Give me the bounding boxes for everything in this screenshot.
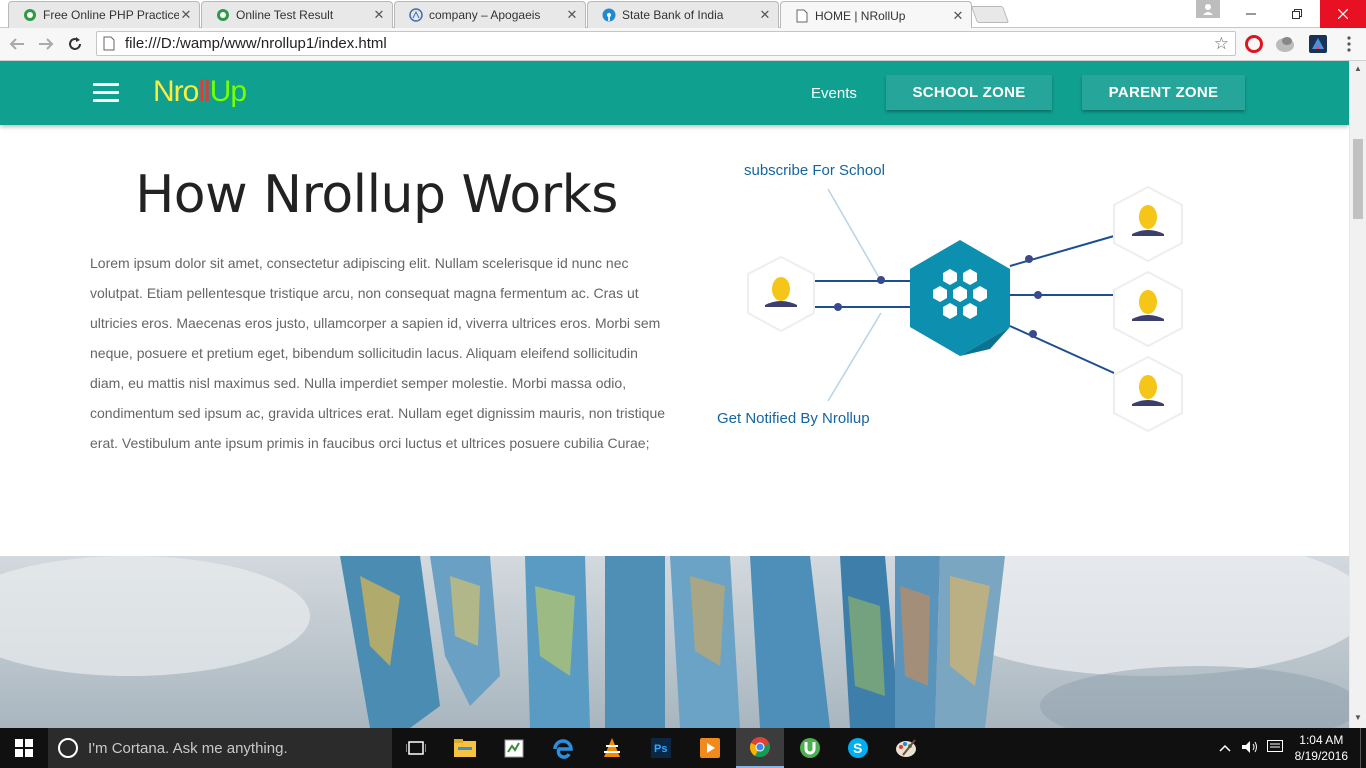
- tab-title: State Bank of India: [622, 8, 724, 22]
- bookmark-star-icon[interactable]: ☆: [1214, 34, 1229, 54]
- reload-icon[interactable]: [65, 34, 85, 54]
- address-bar[interactable]: file:///D:/wamp/www/nrollup1/index.html …: [96, 31, 1236, 56]
- action-center-icon[interactable]: [1266, 739, 1283, 757]
- site-favicon-icon: [409, 8, 423, 22]
- logo-part: Up: [209, 75, 247, 108]
- site-favicon-icon: [23, 8, 37, 22]
- section-body-text: Lorem ipsum dolor sit amet, consectetur …: [90, 255, 666, 451]
- browser-tab-strip: Free Online PHP Practice T ✕ Online Test…: [0, 0, 1366, 29]
- close-tab-icon[interactable]: ✕: [565, 7, 579, 23]
- hamburger-menu-icon[interactable]: [93, 83, 119, 103]
- paint-icon[interactable]: [882, 728, 930, 768]
- cortana-icon: [58, 738, 78, 758]
- site-navbar: NrollUp Events SCHOOL ZONE PARENT ZONE: [0, 61, 1349, 125]
- opera-extension-icon[interactable]: [1243, 33, 1265, 55]
- cortana-search-box[interactable]: I'm Cortana. Ask me anything.: [48, 728, 392, 768]
- utorrent-icon[interactable]: [786, 728, 834, 768]
- site-logo[interactable]: NrollUp: [153, 75, 247, 109]
- close-tab-icon[interactable]: ✕: [372, 7, 386, 23]
- clock-date: 8/19/2016: [1294, 749, 1348, 763]
- scroll-up-arrow-icon[interactable]: ▲: [1354, 64, 1362, 73]
- hero-image: [0, 556, 1349, 728]
- site-favicon-icon: [602, 8, 616, 22]
- nav-link-events[interactable]: Events: [811, 85, 857, 102]
- tab-title: HOME | NRollUp: [815, 8, 906, 23]
- clock-time: 1:04 AM: [1299, 733, 1344, 747]
- site-favicon-icon: [216, 8, 230, 22]
- new-tab-button[interactable]: [970, 6, 1010, 23]
- windows-taskbar: I'm Cortana. Ask me anything. Ps S 1:04 …: [0, 728, 1366, 768]
- page-viewport: NrollUp Events SCHOOL ZONE PARENT ZONE H…: [0, 61, 1349, 728]
- scrollbar-thumb[interactable]: [1353, 139, 1363, 219]
- user-avatar-icon: [1113, 355, 1183, 433]
- diagram-graphic: [747, 185, 1183, 433]
- section-title: How Nrollup Works: [135, 165, 618, 225]
- close-tab-icon[interactable]: ✕: [758, 7, 772, 23]
- notepad-icon[interactable]: [490, 728, 538, 768]
- scroll-down-arrow-icon[interactable]: ▼: [1354, 713, 1362, 722]
- close-tab-icon[interactable]: ✕: [951, 8, 965, 24]
- skype-icon[interactable]: S: [834, 728, 882, 768]
- menu-icon[interactable]: [1338, 33, 1360, 55]
- edge-icon[interactable]: [539, 728, 587, 768]
- forward-arrow-icon[interactable]: [36, 34, 56, 54]
- window-controls: [1228, 0, 1366, 28]
- show-desktop-button[interactable]: [1360, 728, 1366, 768]
- restore-icon[interactable]: [1274, 0, 1320, 28]
- painted-hand-image: [0, 556, 1349, 728]
- how-it-works-diagram: subscribe For School Get Notified By Nro…: [700, 151, 1200, 451]
- user-avatar-icon: [1113, 185, 1183, 263]
- file-explorer-icon[interactable]: [441, 728, 489, 768]
- school-zone-button[interactable]: SCHOOL ZONE: [886, 75, 1052, 110]
- parent-zone-button[interactable]: PARENT ZONE: [1082, 75, 1245, 110]
- volume-icon[interactable]: [1241, 740, 1259, 757]
- page-icon: [795, 9, 809, 23]
- url-text: file:///D:/wamp/www/nrollup1/index.html: [125, 35, 387, 52]
- user-avatar-icon: [1113, 270, 1183, 348]
- task-view-icon[interactable]: [392, 728, 440, 768]
- vlc-icon[interactable]: [588, 728, 636, 768]
- user-profile-icon[interactable]: [1196, 0, 1220, 18]
- svg-text:S: S: [853, 740, 862, 756]
- close-window-icon[interactable]: [1320, 0, 1366, 28]
- user-avatar-icon: [747, 255, 815, 333]
- photoshop-icon[interactable]: Ps: [637, 728, 685, 768]
- globe-extension-icon[interactable]: [1274, 33, 1296, 55]
- cloud-extension-icon[interactable]: [1307, 33, 1329, 55]
- tab-title: Online Test Result: [236, 8, 334, 22]
- minimize-icon[interactable]: [1228, 0, 1274, 28]
- browser-toolbar: file:///D:/wamp/www/nrollup1/index.html …: [0, 28, 1366, 61]
- tab-online-test-result[interactable]: Online Test Result ✕: [201, 1, 393, 28]
- close-tab-icon[interactable]: ✕: [179, 7, 193, 23]
- tab-title: company – Apogaeis: [429, 8, 541, 22]
- tab-company-apogaeis[interactable]: company – Apogaeis ✕: [394, 1, 586, 28]
- tab-home-nrollup[interactable]: HOME | NRollUp ✕: [780, 1, 972, 29]
- system-clock[interactable]: 1:04 AM 8/19/2016: [1295, 732, 1348, 764]
- logo-part: Nro: [153, 75, 199, 108]
- vertical-scrollbar[interactable]: ▲ ▼: [1349, 61, 1366, 728]
- tab-title: Free Online PHP Practice T: [43, 8, 179, 22]
- svg-text:Ps: Ps: [654, 743, 667, 755]
- chevron-up-icon[interactable]: [1219, 741, 1231, 755]
- tab-php-practice[interactable]: Free Online PHP Practice T ✕: [8, 1, 200, 28]
- media-player-icon[interactable]: [686, 728, 734, 768]
- tab-state-bank-of-india[interactable]: State Bank of India ✕: [587, 1, 779, 28]
- chrome-icon[interactable]: [736, 728, 784, 768]
- system-tray: 1:04 AM 8/19/2016: [1219, 728, 1366, 768]
- page-icon: [103, 36, 117, 52]
- windows-start-icon[interactable]: [0, 728, 48, 768]
- logo-part: ll: [198, 75, 210, 108]
- cortana-placeholder: I'm Cortana. Ask me anything.: [88, 739, 288, 757]
- back-arrow-icon[interactable]: [7, 34, 27, 54]
